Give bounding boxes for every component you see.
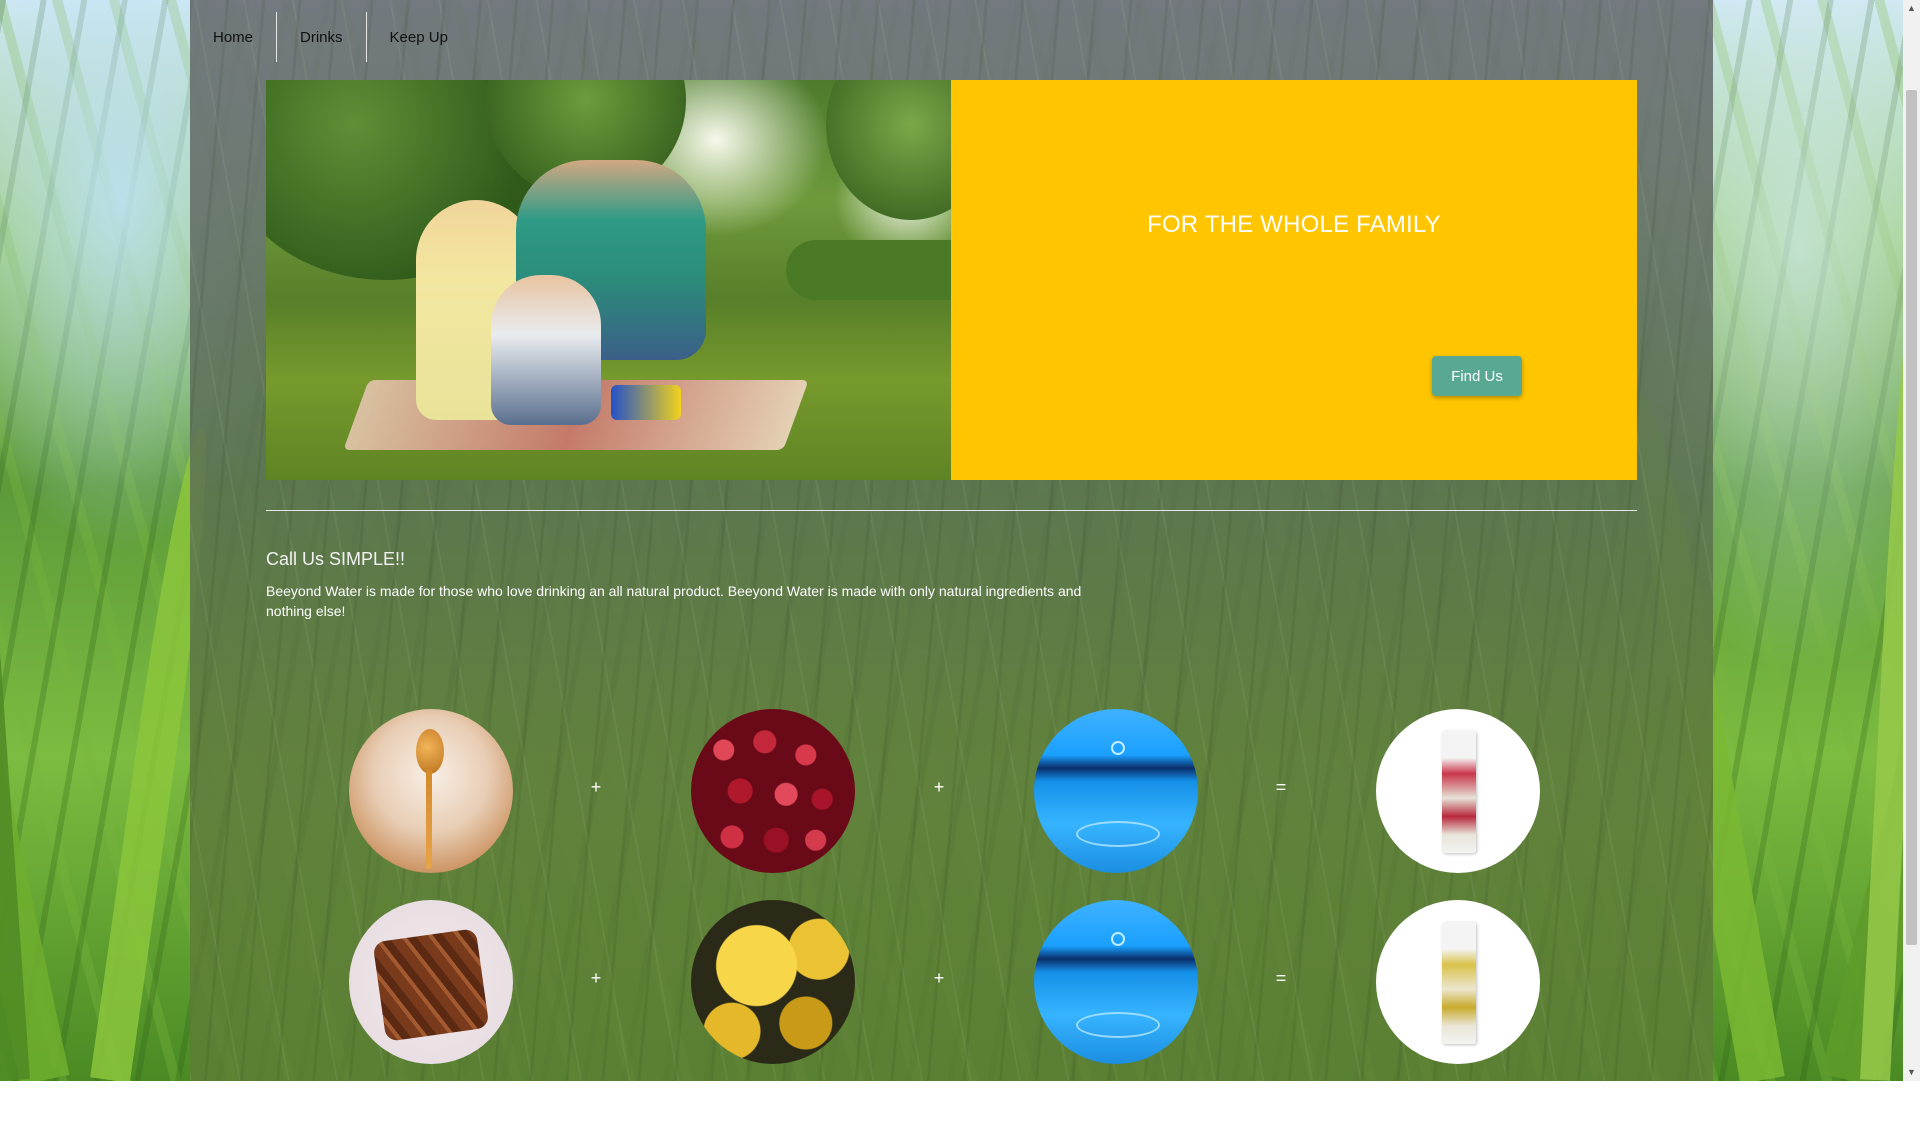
hero-yellow-panel: FOR THE WHOLE FAMILY Find Us — [951, 80, 1637, 480]
about-description: Beeyond Water is made for those who love… — [266, 583, 1082, 619]
scroll-down-arrow-icon[interactable]: ▼ — [1903, 1064, 1920, 1081]
scroll-up-arrow-icon[interactable]: ▲ — [1903, 0, 1920, 17]
drink-carton — [1442, 731, 1476, 853]
equals-operator: = — [1275, 777, 1287, 797]
water-droplet — [1111, 741, 1125, 755]
family-picnic-photo — [266, 80, 951, 480]
equals-operator: = — [1275, 968, 1287, 988]
chrysanthemum-drink-carton-image — [1376, 900, 1540, 1064]
water-ripple — [1076, 1012, 1160, 1038]
toy-truck — [611, 385, 681, 420]
section-divider — [266, 510, 1637, 511]
water-ripple — [1076, 821, 1160, 847]
vertical-scrollbar[interactable]: ▲ ▼ — [1903, 0, 1920, 1081]
plus-operator: + — [933, 968, 945, 988]
plus-operator: + — [590, 968, 602, 988]
main-container: Home Drinks Keep Up FOR THE WHOLE FAMILY… — [190, 0, 1713, 1081]
cinnamon-image — [349, 900, 513, 1064]
cranberry-drink-carton-image — [1376, 709, 1540, 873]
hero-banner: FOR THE WHOLE FAMILY Find Us — [266, 80, 1637, 480]
tree-foliage — [826, 80, 951, 220]
scrollbar-thumb[interactable] — [1906, 90, 1917, 945]
drink-carton — [1442, 922, 1476, 1044]
hero-title: FOR THE WHOLE FAMILY — [1147, 211, 1441, 238]
about-heading: Call Us SIMPLE!! — [266, 549, 406, 569]
find-us-button[interactable]: Find Us — [1432, 356, 1522, 396]
honey-drip — [426, 769, 432, 869]
plus-operator: + — [933, 777, 945, 797]
honey-spoon — [416, 729, 444, 774]
child-figure — [491, 275, 601, 425]
nav-drinks-link[interactable]: Drinks — [277, 12, 366, 62]
page-background: Home Drinks Keep Up FOR THE WHOLE FAMILY… — [0, 0, 1920, 1081]
water-drop-image — [1034, 709, 1198, 873]
honey-image — [349, 709, 513, 873]
cinnamon-sticks — [372, 928, 490, 1042]
hedge — [786, 240, 951, 300]
chrysanthemum-image — [691, 900, 855, 1064]
top-nav: Home Drinks Keep Up — [190, 12, 471, 62]
water-droplet — [1111, 932, 1125, 946]
plus-operator: + — [590, 777, 602, 797]
nav-home-link[interactable]: Home — [190, 12, 276, 62]
nav-keep-up-link[interactable]: Keep Up — [367, 12, 471, 62]
cranberries-image — [691, 709, 855, 873]
water-drop-image — [1034, 900, 1198, 1064]
